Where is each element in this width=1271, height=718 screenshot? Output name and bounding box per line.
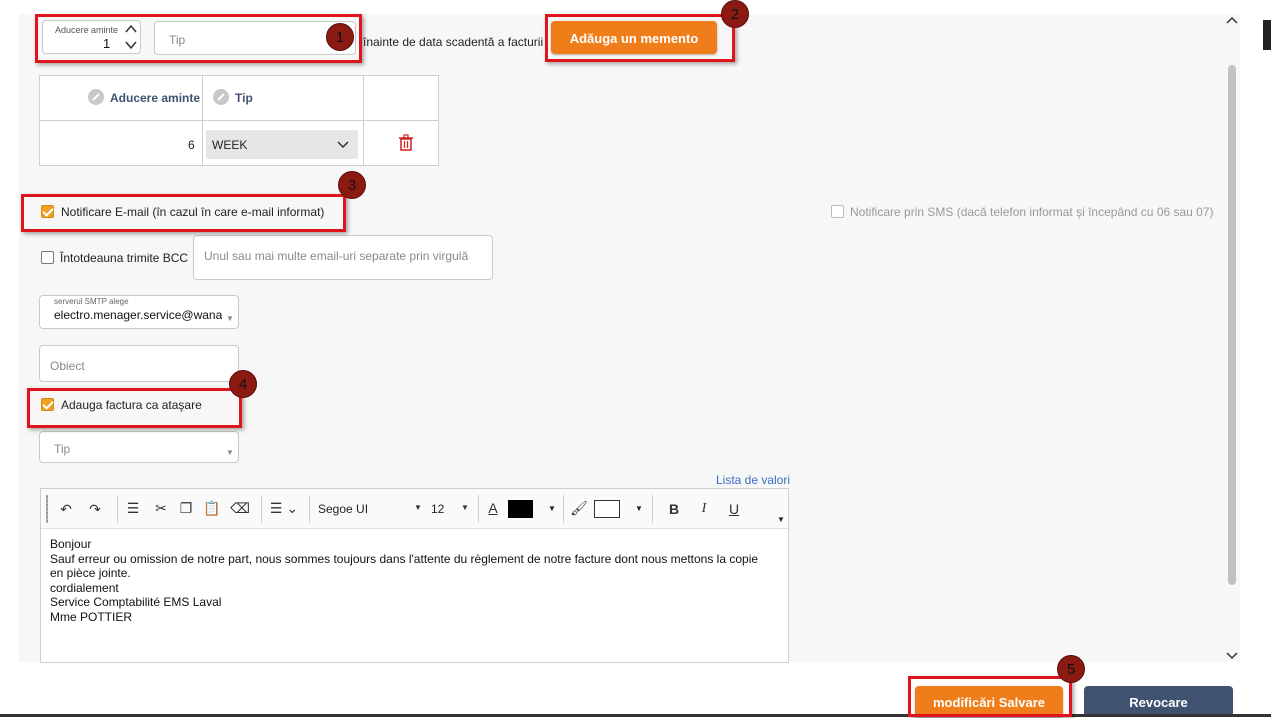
caret-down-icon: ▼ [226, 448, 234, 457]
row-type-select[interactable]: WEEK [206, 130, 358, 159]
column-header-type[interactable]: Tip [235, 91, 253, 105]
table-row: 6 WEEK [40, 122, 438, 165]
row-count-cell: 6 [188, 138, 195, 152]
caret-down-icon: ▼ [414, 503, 422, 512]
font-size-value: 12 [431, 502, 445, 516]
table-header: Aducere aminte Tip [40, 76, 438, 165]
bcc-label: Întotdeauna trimite BCC [60, 251, 189, 265]
caret-down-icon[interactable]: ▼ [635, 504, 643, 513]
scroll-down-icon[interactable] [1225, 650, 1239, 665]
select-all-icon[interactable]: ☰ [123, 498, 143, 518]
annotation-badge-2: 2 [721, 0, 749, 28]
edit-icon [88, 89, 104, 105]
edit-icon [213, 89, 229, 105]
text-color-icon[interactable]: A [485, 498, 501, 518]
subject-placeholder: Obiect [50, 359, 85, 373]
smtp-value: electro.menager.service@wana [54, 308, 222, 322]
row-type-value: WEEK [212, 138, 248, 152]
reminder-suffix-text: înainte de data scadentă a facturii [363, 35, 544, 49]
line-spacing-icon[interactable]: ☰ ⌄ [269, 498, 299, 518]
reminders-table: Aducere aminte Tip 6 WEEK [39, 75, 439, 166]
sms-notify-label: Notificare prin SMS (dacă telefon inform… [850, 205, 1214, 219]
highlight-color-swatch[interactable] [594, 500, 620, 518]
stepper-up-icon[interactable] [123, 22, 139, 36]
font-family-select[interactable]: Segoe UI ▼ [316, 498, 426, 520]
smtp-select[interactable]: serverul SMTP alege electro.menager.serv… [39, 295, 239, 329]
editor-line: Mme POTTIER [50, 609, 133, 624]
bcc-checkbox[interactable] [41, 251, 54, 264]
scrollbar-thumb[interactable] [1228, 65, 1236, 585]
editor-toolbar: ↶ ↷ ☰ ✂ ❐ 📋 ⌫ ☰ ⌄ Segoe UI ▼ 12 ▼ A ▼ 🖌 … [41, 489, 788, 529]
editor-line: en pièce jointe. [50, 566, 131, 580]
cut-icon[interactable]: ✂ [151, 498, 171, 518]
underline-icon[interactable]: U [724, 499, 744, 519]
attach-type-select[interactable]: Tip ▼ [39, 431, 239, 463]
editor-body[interactable]: Bonjour Sauf erreur ou omission de notre… [50, 537, 780, 662]
editor-line: Sauf erreur ou omission de notre part, n… [50, 551, 759, 566]
values-list-link[interactable]: Lista de valori [716, 473, 790, 487]
bcc-emails-placeholder: Unul sau mai multe email-uri separate pr… [204, 249, 469, 263]
reminder-count-stepper[interactable]: Aducere aminte 1 [42, 20, 141, 54]
email-notify-checkbox[interactable] [41, 205, 54, 218]
clear-format-icon[interactable]: ⌫ [230, 498, 250, 518]
caret-down-icon: ▼ [226, 314, 234, 323]
rich-text-editor: ↶ ↷ ☰ ✂ ❐ 📋 ⌫ ☰ ⌄ Segoe UI ▼ 12 ▼ A ▼ 🖌 … [40, 488, 789, 663]
attach-invoice-checkbox[interactable] [41, 398, 54, 411]
annotation-badge-1: 1 [326, 23, 354, 51]
attach-invoice-label: Adauga factura ca ataşare [61, 398, 202, 412]
stepper-down-icon[interactable] [123, 38, 139, 52]
redo-icon[interactable]: ↷ [85, 499, 105, 519]
toolbar-overflow-icon[interactable]: ▼ [777, 515, 785, 524]
annotation-badge-5: 5 [1057, 655, 1085, 683]
attach-type-placeholder: Tip [54, 442, 71, 456]
editor-line: Bonjour [50, 537, 92, 551]
window-edge [1263, 20, 1271, 50]
font-size-select[interactable]: 12 ▼ [429, 498, 473, 520]
annotation-badge-3: 3 [338, 171, 366, 199]
highlight-color-icon[interactable]: 🖌 [569, 498, 589, 518]
font-family-value: Segoe UI [318, 502, 369, 516]
editor-line: Service Comptabilité EMS Laval [50, 595, 222, 609]
smtp-label: serverul SMTP alege [54, 297, 129, 306]
bcc-emails-input[interactable]: Unul sau mai multe email-uri separate pr… [193, 235, 493, 280]
cancel-button[interactable]: Revocare [1084, 686, 1233, 717]
scroll-up-icon[interactable] [1225, 14, 1239, 29]
chevron-down-icon [336, 137, 350, 154]
reminder-type-placeholder: Tip [169, 33, 186, 47]
copy-icon[interactable]: ❐ [176, 498, 196, 518]
editor-line: cordialement [50, 580, 119, 595]
sms-notify-checkbox[interactable] [831, 205, 844, 218]
text-color-swatch[interactable] [508, 500, 533, 518]
subject-input[interactable]: Obiect [39, 345, 239, 382]
undo-icon[interactable]: ↶ [56, 499, 76, 519]
save-button[interactable]: modificări Salvare [915, 686, 1063, 717]
annotation-badge-4: 4 [229, 370, 257, 398]
italic-icon[interactable]: I [694, 499, 714, 519]
caret-down-icon[interactable]: ▼ [548, 504, 556, 513]
email-notify-label: Notificare E-mail (în cazul în care e-ma… [61, 205, 325, 219]
reminder-count-value: 1 [103, 36, 111, 51]
trash-icon[interactable] [398, 134, 414, 152]
add-reminder-button[interactable]: Adăuga un memento [551, 21, 717, 54]
bold-icon[interactable]: B [664, 499, 684, 519]
paste-icon[interactable]: 📋 [202, 498, 222, 518]
column-header-count[interactable]: Aducere aminte [110, 91, 200, 105]
caret-down-icon: ▼ [461, 503, 469, 512]
reminder-count-label: Aducere aminte [55, 25, 119, 35]
